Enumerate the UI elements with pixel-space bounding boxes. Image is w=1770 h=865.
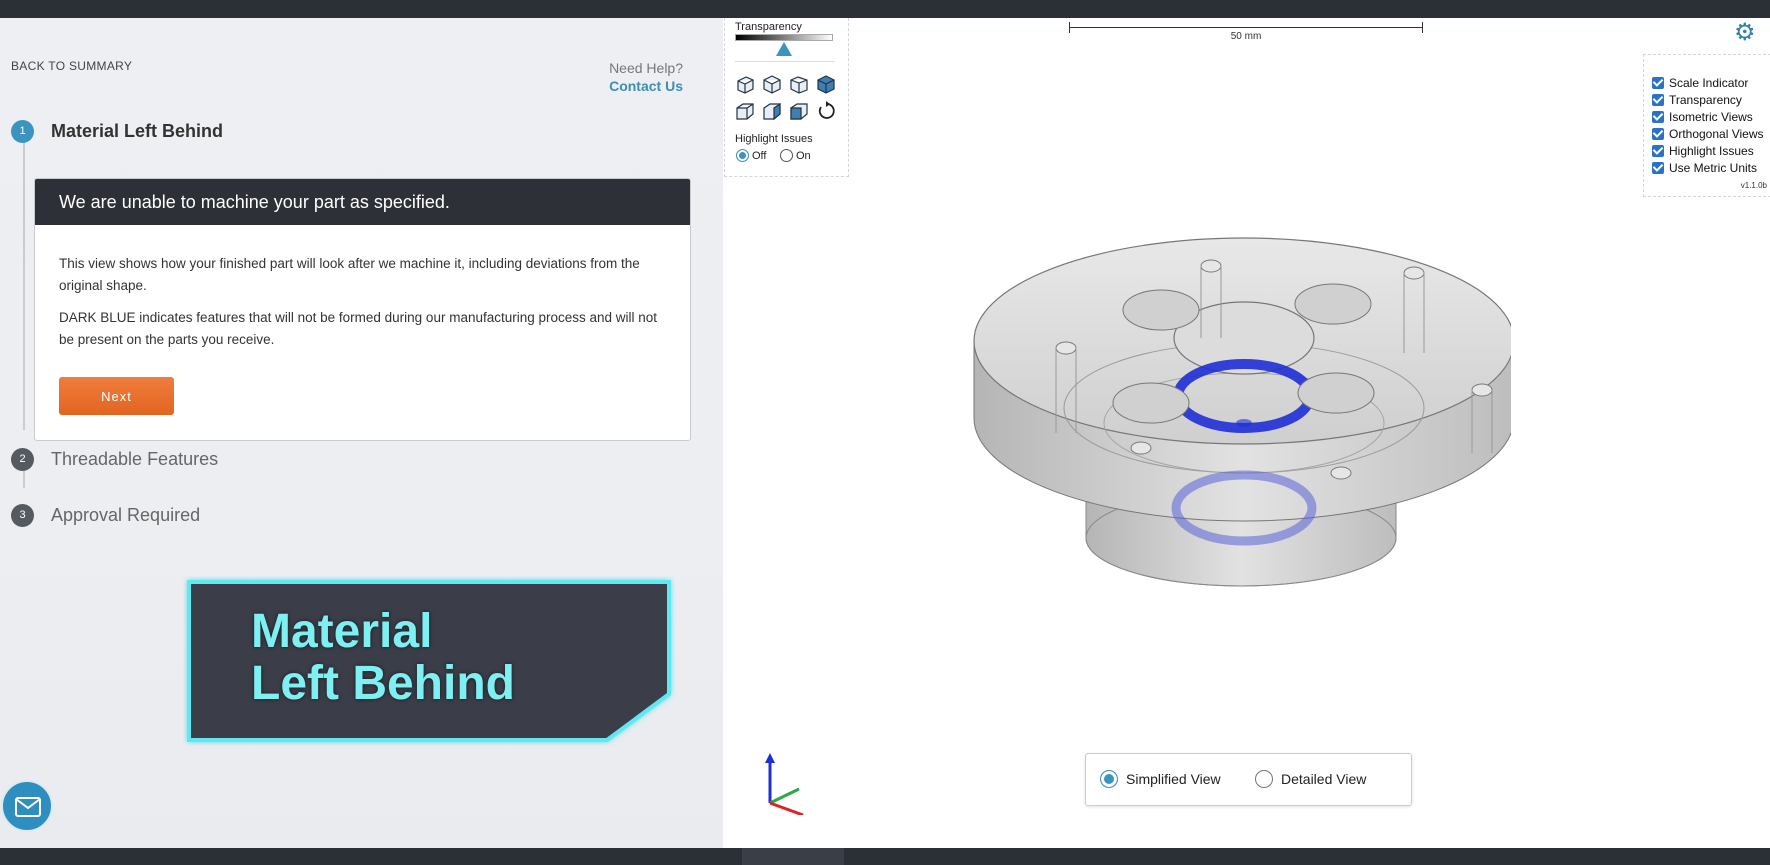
simplified-view-option[interactable]: Simplified View — [1100, 770, 1221, 788]
iso-view-2-icon[interactable] — [761, 73, 783, 95]
left-panel: BACK TO SUMMARY Need Help? Contact Us 1 … — [0, 18, 723, 848]
scale-bar — [1069, 27, 1423, 28]
option-use-metric-units[interactable]: Use Metric Units — [1652, 161, 1757, 175]
option-label: Scale Indicator — [1669, 76, 1749, 90]
next-button[interactable]: Next — [59, 377, 174, 415]
banner-line-2: Left Behind — [251, 657, 515, 710]
option-label: Orthogonal Views — [1669, 127, 1764, 141]
step-label: Threadable Features — [51, 449, 219, 469]
top-bar — [0, 0, 1770, 18]
checkbox-checked-icon[interactable] — [1652, 77, 1664, 89]
step-number: 1 — [11, 120, 34, 143]
card-title: We are unable to machine your part as sp… — [35, 179, 690, 225]
contact-us-link[interactable]: Contact Us — [607, 78, 683, 94]
envelope-icon — [15, 797, 41, 817]
banner-line-1: Material — [251, 605, 433, 658]
step-label: Approval Required — [51, 505, 201, 525]
iso-view-3-icon[interactable] — [788, 73, 810, 95]
bottom-tab[interactable] — [742, 848, 844, 865]
step-connector — [23, 120, 25, 430]
option-label: Transparency — [1669, 93, 1742, 107]
card-paragraph: This view shows how your finished part w… — [59, 256, 640, 293]
help-question: Need Help? — [609, 60, 683, 76]
transparency-label: Transparency — [735, 21, 802, 33]
checkbox-checked-icon[interactable] — [1652, 128, 1664, 140]
transparency-slider-thumb[interactable] — [776, 42, 792, 56]
bottom-bar — [0, 848, 1770, 865]
option-transparency[interactable]: Transparency — [1652, 93, 1742, 107]
option-scale-indicator[interactable]: Scale Indicator — [1652, 76, 1748, 90]
highlight-off-label: Off — [752, 150, 767, 162]
divider — [735, 61, 835, 62]
version-label: v1.1.0b — [1740, 181, 1767, 190]
ortho-view-1-icon[interactable] — [734, 100, 756, 122]
radio-selected-icon[interactable] — [1100, 770, 1118, 788]
help-box: Need Help? Contact Us — [607, 60, 683, 94]
step-number: 2 — [11, 448, 34, 471]
checkbox-checked-icon[interactable] — [1652, 162, 1664, 174]
scale-indicator: 50 mm — [1069, 22, 1423, 46]
display-options-panel: Scale Indicator Transparency Isometric V… — [1643, 54, 1770, 197]
settings-gear-icon[interactable]: ⚙ — [1734, 21, 1756, 45]
banner-title: Material Left Behind — [251, 606, 515, 710]
option-highlight-issues[interactable]: Highlight Issues — [1652, 144, 1754, 158]
highlight-issues-label: Highlight Issues — [735, 133, 813, 145]
ortho-view-3-icon[interactable] — [788, 100, 810, 122]
checkbox-checked-icon[interactable] — [1652, 111, 1664, 123]
option-label: Highlight Issues — [1669, 144, 1754, 158]
part-model[interactable] — [961, 218, 1511, 618]
checkbox-checked-icon[interactable] — [1652, 94, 1664, 106]
highlight-on-label: On — [796, 150, 811, 162]
iso-view-1-icon[interactable] — [734, 73, 756, 95]
option-label: Use Metric Units — [1669, 161, 1758, 175]
view-controls-panel: Transparency Highlight Issues Off On — [724, 18, 849, 177]
option-label: Isometric Views — [1669, 110, 1753, 124]
detailed-view-label: Detailed View — [1281, 771, 1367, 787]
issue-card: We are unable to machine your part as sp… — [34, 178, 691, 441]
option-orthogonal-views[interactable]: Orthogonal Views — [1652, 127, 1764, 141]
transparency-slider[interactable] — [735, 34, 833, 41]
detailed-view-option[interactable]: Detailed View — [1255, 770, 1366, 788]
step-number: 3 — [11, 504, 34, 527]
axis-triad-icon — [765, 753, 804, 815]
reset-view-icon[interactable] — [815, 100, 837, 122]
card-paragraph: DARK BLUE indicates features that will n… — [59, 310, 658, 347]
3d-viewer[interactable]: Transparency Highlight Issues Off On 50 … — [723, 18, 1770, 848]
back-to-summary-link[interactable]: BACK TO SUMMARY — [11, 59, 132, 73]
view-mode-selector: Simplified View Detailed View — [1085, 753, 1412, 806]
simplified-view-label: Simplified View — [1126, 771, 1221, 787]
step-label: Material Left Behind — [51, 121, 224, 141]
highlight-on-radio[interactable] — [780, 149, 793, 162]
ortho-view-2-icon[interactable] — [761, 100, 783, 122]
radio-unselected-icon[interactable] — [1255, 770, 1273, 788]
title-banner: Material Left Behind — [183, 576, 678, 746]
message-button[interactable] — [1, 780, 53, 832]
option-isometric-views[interactable]: Isometric Views — [1652, 110, 1753, 124]
highlight-off-radio[interactable] — [736, 149, 749, 162]
scale-label: 50 mm — [1230, 31, 1262, 42]
iso-view-4-icon[interactable] — [815, 73, 837, 95]
checkbox-checked-icon[interactable] — [1652, 145, 1664, 157]
